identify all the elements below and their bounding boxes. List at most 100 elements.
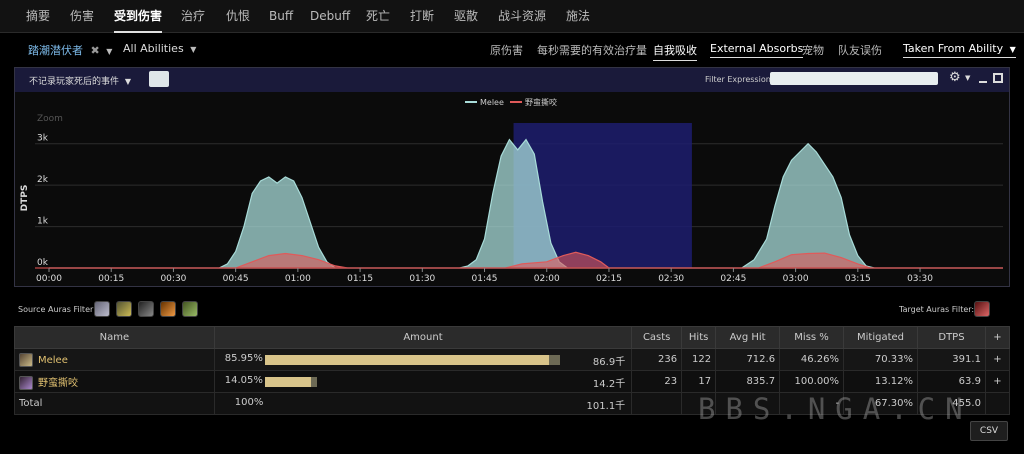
tab-dispels[interactable]: 驱散 (454, 0, 478, 33)
col-hits[interactable]: Hits (681, 326, 717, 349)
gear-icon[interactable]: ⚙ (949, 70, 961, 85)
tab-interrupts[interactable]: 打断 (410, 0, 434, 33)
x-tick-label: 01:00 (285, 274, 311, 284)
y-tick-label: 1k (37, 217, 49, 227)
x-tick-label: 02:45 (720, 274, 746, 284)
amount-percent: 100% (234, 397, 264, 408)
color-swatch[interactable] (149, 71, 169, 87)
amount-bar-absorbed (549, 355, 561, 365)
add-button[interactable]: + (984, 370, 1011, 393)
table-row[interactable]: Melee 85.95% 86.9千 236 122 712.6 46.26% … (14, 348, 1011, 371)
option-external-absorbs[interactable]: External Absorbs (710, 42, 804, 58)
tab-deaths[interactable]: 死亡 (366, 0, 390, 33)
amount-percent: 85.95% (224, 353, 263, 364)
amount-value: 86.9千 (592, 357, 626, 368)
dtps-cell: 63.9 (917, 370, 986, 393)
total-label: Total (14, 392, 215, 415)
tab-healing[interactable]: 治疗 (181, 0, 205, 33)
option-self-absorbs[interactable]: 自我吸收 (653, 42, 697, 61)
amount-percent: 14.05% (224, 375, 263, 386)
tab-resources[interactable]: 战斗资源 (498, 0, 546, 33)
empty-cell (984, 392, 1011, 415)
aura-icon-3[interactable] (138, 301, 154, 317)
mitigated-cell: 70.33% (843, 348, 918, 371)
x-tick-label: 01:15 (347, 274, 373, 284)
auras-filter-row: Source Auras Filter: Target Auras Filter… (0, 300, 1024, 322)
y-axis-label: DTPS (20, 185, 30, 212)
amount-bar-absorbed (311, 377, 317, 387)
ability-name-cell[interactable]: Melee (14, 348, 215, 371)
events-dropdown[interactable]: 不记录玩家死后的事件 ▼ (29, 74, 131, 87)
aura-icon-4[interactable] (160, 301, 176, 317)
target-aura-icon[interactable] (974, 301, 990, 317)
ability-name[interactable]: Melee (38, 355, 68, 366)
abilities-dropdown[interactable]: All Abilities ▼ (123, 42, 196, 55)
avg-hit-cell: 712.6 (715, 348, 781, 371)
series-area-melee (49, 138, 1003, 269)
zoom-label: Zoom (37, 114, 63, 124)
aura-icon-1[interactable] (94, 301, 110, 317)
miss-cell: 46.26% (779, 348, 845, 371)
tab-buffs[interactable]: Buff (269, 0, 293, 33)
option-friendly-fire[interactable]: 队友误伤 (838, 42, 882, 58)
ability-name-cell[interactable]: 野蛮撕咬 (14, 370, 215, 393)
aura-icon-2[interactable] (116, 301, 132, 317)
amount-bar (264, 377, 581, 387)
amount-bar-fill (264, 377, 312, 387)
target-selector[interactable]: 踏潮潜伏者 ✖ ▼ (28, 42, 112, 58)
x-tick-label: 01:30 (409, 274, 435, 284)
savage-bite-icon (19, 375, 33, 390)
chevron-down-icon[interactable]: ▼ (965, 74, 970, 82)
filter-expression-input[interactable] (770, 72, 938, 85)
tab-casts[interactable]: 施法 (566, 0, 590, 33)
casts-cell: 236 (631, 348, 683, 371)
col-amount[interactable]: Amount (213, 326, 633, 349)
target-auras-label: Target Auras Filter: (899, 305, 975, 314)
source-auras-label: Source Auras Filter: (18, 305, 96, 314)
aura-icon-5[interactable] (182, 301, 198, 317)
col-miss[interactable]: Miss % (779, 326, 845, 349)
maximize-icon[interactable] (993, 73, 1003, 83)
clear-target-icon[interactable]: ✖ (91, 44, 100, 57)
option-raw-damage[interactable]: 原伤害 (490, 42, 523, 58)
x-tick-label: 03:00 (783, 274, 809, 284)
dtps-chart[interactable]: 0k 1k 2k 3k Zoom DTPS 00:00 00:15 00:30 00:45 01:0… (15, 93, 1009, 286)
y-tick-label: 3k (37, 134, 49, 144)
col-name[interactable]: Name (14, 326, 215, 349)
hits-cell: 122 (681, 348, 717, 371)
x-tick-label: 03:30 (907, 274, 933, 284)
ability-name[interactable]: 野蛮撕咬 (38, 378, 78, 389)
x-tick-label: 00:00 (36, 274, 62, 284)
col-casts[interactable]: Casts (631, 326, 683, 349)
x-tick-label: 00:15 (98, 274, 124, 284)
tab-threat[interactable]: 仇恨 (226, 0, 250, 33)
amount-cell: 100% 101.1千 (213, 392, 633, 415)
option-effective-healing-needed[interactable]: 每秒需要的有效治疗量 (537, 42, 647, 58)
amount-cell: 85.95% 86.9千 (213, 348, 633, 371)
tab-debuffs[interactable]: Debuff (310, 0, 350, 33)
target-name: 踏潮潜伏者 (28, 44, 83, 57)
table-header-row: Name Amount Casts Hits Avg Hit Miss % Mi… (14, 326, 1011, 349)
tab-summary[interactable]: 摘要 (26, 0, 50, 33)
amount-cell: 14.05% 14.2千 (213, 370, 633, 393)
table-row[interactable]: 野蛮撕咬 14.05% 14.2千 23 17 835.7 100.00% 13… (14, 370, 1011, 393)
minimize-icon[interactable] (979, 81, 987, 83)
taken-from-dropdown[interactable]: Taken From Ability ▼ (903, 42, 1016, 58)
amount-value: 101.1千 (586, 401, 626, 412)
option-pets[interactable]: 宠物 (802, 42, 824, 58)
x-tick-label: 00:30 (160, 274, 186, 284)
watermark: BBS.NGA.CN (698, 392, 973, 426)
csv-button[interactable]: CSV (970, 421, 1008, 441)
casts-cell: 23 (631, 370, 683, 393)
tab-damage-done[interactable]: 伤害 (70, 0, 94, 33)
tab-damage-taken[interactable]: 受到伤害 (114, 0, 163, 33)
miss-cell: 100.00% (779, 370, 845, 393)
col-add[interactable]: + (984, 326, 1011, 349)
col-mitigated[interactable]: Mitigated (843, 326, 918, 349)
add-button[interactable]: + (984, 348, 1011, 371)
x-tick-label: 01:45 (472, 274, 498, 284)
hits-cell: 17 (681, 370, 717, 393)
col-dtps[interactable]: DTPS (917, 326, 986, 349)
col-avg-hit[interactable]: Avg Hit (715, 326, 781, 349)
taken-from-label: Taken From Ability (903, 42, 1004, 55)
